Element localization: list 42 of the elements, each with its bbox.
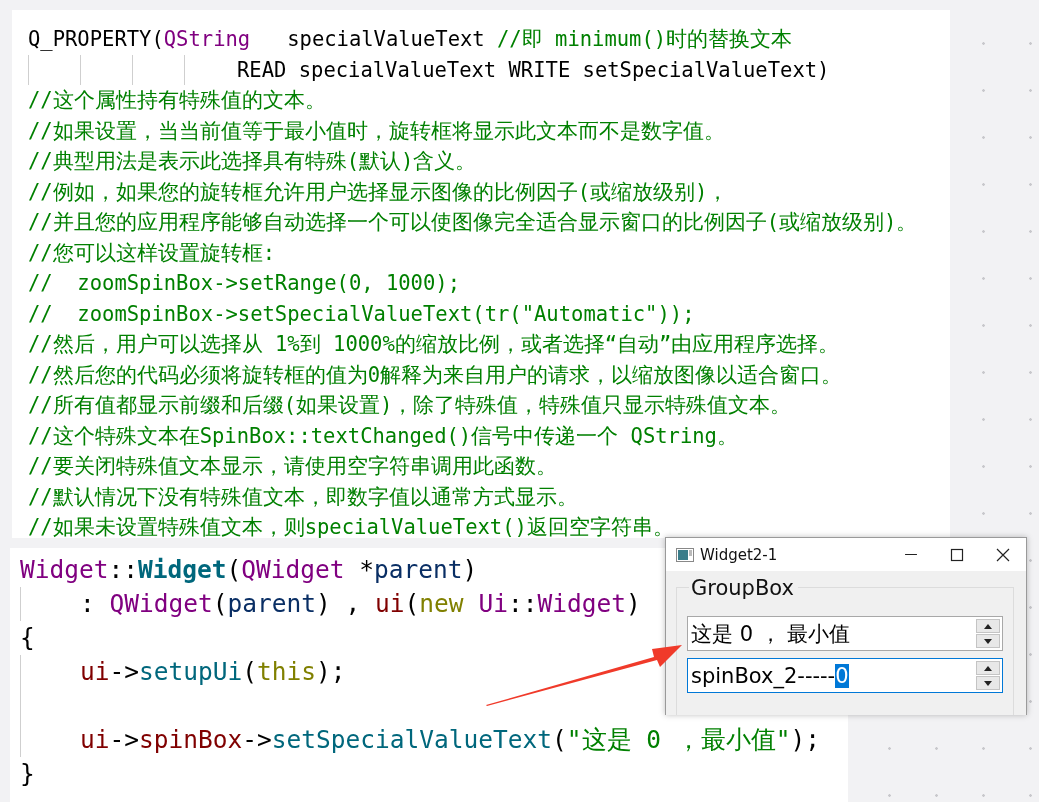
code-line: ui->spinBox->setSpecialValueText("这是 0 ，最小值"); [80, 724, 821, 756]
code-line: //如果未设置特殊值文本，则specialValueText()返回空字符串。 [28, 514, 674, 541]
code-line: //所有值都显示前缀和后缀(如果设置)，除了特殊值，特殊值只显示特殊值文本。 [28, 392, 792, 419]
code-line: ui->setupUi(this); [80, 656, 346, 688]
group-box-title: GroupBox [689, 576, 798, 600]
indent-guide [132, 54, 133, 85]
code-line: //这个属性持有特殊值的文本。 [28, 87, 326, 114]
code-line: //例如，如果您的旋转框允许用户选择显示图像的比例因子(或缩放级别)， [28, 178, 729, 206]
spin-box[interactable]: 这是 0 ， 最小值 [687, 616, 1003, 651]
code-line: } [20, 758, 35, 790]
code-line: //然后您的代码必须将旋转框的值为0解释为来自用户的请求，以缩放图像以适合窗口。 [28, 361, 843, 389]
spin-box[interactable]: spinBox_2-----0 [687, 658, 1003, 693]
code-line: // zoomSpinBox->setSpecialValueText(tr("Automatic")); [28, 300, 695, 328]
code-line: Q_PROPERTY(QString specialValueText //即 minimum()时的替换文本 [28, 26, 793, 53]
code-line: // zoomSpinBox->setRange(0, 1000); [28, 270, 460, 297]
code-line: //然后，用户可以选择从 1%到 1000%的缩放比例，或者选择“自动”由应用程序选择。 [28, 331, 840, 358]
close-icon [996, 547, 1010, 562]
code-line: //典型用法是表示此选择具有特殊(默认)含义。 [28, 148, 477, 175]
code-line: //您可以这样设置旋转框: [28, 239, 276, 267]
triangle-up-icon [984, 623, 992, 629]
window-title: Widget2-1 [700, 545, 778, 564]
code-line: READ specialValueText WRITE setSpecialValueText) [237, 56, 830, 84]
code-line: //这个特殊文本在SpinBox::textChanged()信号中传递一个 QString。 [28, 422, 738, 450]
minimize-icon [904, 553, 918, 556]
maximize-icon [950, 547, 964, 562]
code-line: Widget::Widget(QWidget *parent) [20, 554, 478, 586]
triangle-up-icon [984, 665, 992, 671]
spin-up-button[interactable] [976, 619, 1000, 633]
indent-guide [184, 54, 185, 85]
triangle-down-icon [984, 638, 992, 644]
code-line: //并且您的应用程序能够自动选择一个可以使图像完全适合显示窗口的比例因子(或缩放级别)。 [28, 209, 918, 236]
code-line: //默认情况下没有特殊值文本，即数字值以通常方式显示。 [28, 483, 578, 511]
code-line: //如果设置，当当前值等于最小值时，旋转框将显示此文本而不是数字值。 [28, 117, 725, 145]
indent-guide [80, 54, 81, 85]
spin-down-button[interactable] [976, 676, 1000, 690]
triangle-down-icon [984, 680, 992, 686]
code-line: //要关闭特殊值文本显示，请使用空字符串调用此函数。 [28, 453, 557, 480]
code-line: { [20, 622, 35, 654]
spin-up-button[interactable] [976, 661, 1000, 675]
app-icon [676, 547, 694, 562]
code-line: : QWidget(parent) , ui(new Ui::Widget) [80, 588, 641, 620]
spin-down-button[interactable] [976, 634, 1000, 648]
